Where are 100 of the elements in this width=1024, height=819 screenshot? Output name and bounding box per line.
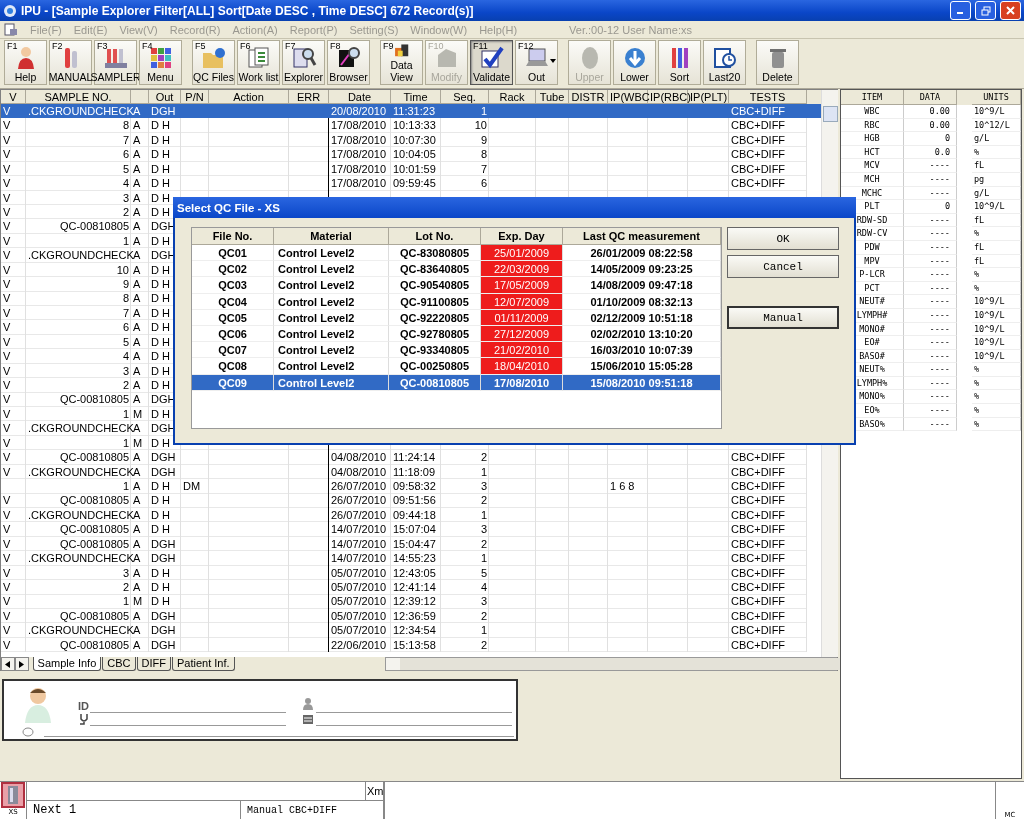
table-cell: RBC: [841, 118, 904, 133]
table-cell-text: V: [2, 551, 12, 566]
toolbar-button[interactable]: Sort: [658, 40, 701, 85]
column-header[interactable]: Material: [274, 228, 389, 245]
table-cell-text: V: [2, 637, 12, 653]
column-header[interactable]: Last QC measurement: [563, 228, 721, 245]
toolbar-button[interactable]: Last20: [703, 40, 746, 85]
sheet-tab[interactable]: Sample Info: [32, 657, 102, 671]
sheet-tab[interactable]: CBC: [102, 657, 136, 671]
table-cell-text: A: [132, 334, 142, 350]
table-cell-text: 5: [121, 334, 130, 350]
table-cell-text: D H: [150, 579, 171, 595]
table-cell-text: 04/08/2010: [330, 450, 388, 465]
table-cell: Control Level2: [274, 342, 389, 359]
table-cell: fL: [972, 254, 1021, 269]
table-cell-text: 14/07/2010: [330, 522, 388, 537]
table-cell-text: 17/08/2010: [330, 132, 388, 148]
table-cell-text: V: [2, 522, 12, 537]
table-cell-text: 10: [473, 118, 488, 133]
scrollbar[interactable]: [384, 657, 837, 671]
table-cell-text: V: [2, 190, 12, 205]
table-cell-text: V: [2, 204, 12, 220]
table-cell: %: [972, 145, 1021, 160]
table-cell-text: A: [132, 450, 142, 465]
table-cell-text: D H: [150, 190, 171, 205]
table-cell: 10^9/L: [972, 295, 1021, 309]
window-title: IPU - [Sample Explorer Filter[ALL] Sort[Date DESC , Time DESC] 672 Record(s)]: [21, 3, 475, 18]
dialog-button[interactable]: OK: [727, 227, 839, 250]
table-cell-text: 09:51:56: [392, 493, 437, 508]
table-cell-text: 8: [121, 291, 130, 306]
table-cell-text: 7: [121, 132, 130, 148]
table-cell: 14/08/2009 09:47:18: [563, 277, 721, 294]
column-header: DATA: [904, 90, 957, 105]
restore-icon: [980, 5, 991, 16]
table-cell: 02/02/2010 13:10:20: [563, 325, 721, 343]
table-cell-text: D H: [150, 132, 171, 148]
sheet-tab[interactable]: DIFF: [136, 657, 171, 671]
table-cell: ----: [904, 240, 957, 255]
table-cell: QC03: [192, 277, 274, 294]
speech-bubble-icon: [22, 727, 34, 737]
toolbar-button[interactable]: Delete: [756, 40, 799, 85]
table-cell-text: D H: [150, 176, 171, 191]
scroll-left-button[interactable]: [1, 657, 15, 671]
table-cell-text: 4: [479, 579, 488, 595]
dialog-button[interactable]: Manual: [727, 306, 839, 329]
table-cell: 10^9/L: [972, 105, 1021, 119]
toolbar-button[interactable]: F11 Validate: [470, 40, 513, 85]
table-cell-text: CBC+DIFF: [730, 522, 787, 537]
table-cell-text: V: [2, 176, 12, 191]
scroll-thumb[interactable]: [399, 658, 840, 670]
table-cell-text: M: [132, 435, 144, 451]
table-cell: %: [972, 404, 1021, 418]
column-header[interactable]: File No.: [192, 228, 274, 245]
table-cell: 0.00: [904, 105, 957, 119]
toolbar-button[interactable]: F7 Explorer: [282, 40, 325, 85]
table-cell: pg: [972, 172, 1021, 187]
toolbar-button[interactable]: F1 Help: [4, 40, 47, 85]
toolbar-button[interactable]: F6 Work list: [237, 40, 280, 85]
table-cell-text: D H: [150, 334, 171, 350]
table-cell-text: 12:39:12: [392, 594, 437, 609]
toolbar-button[interactable]: Lower: [613, 40, 656, 85]
table-cell-text: DGH: [150, 450, 177, 465]
restore-button[interactable]: [975, 1, 996, 20]
table-cell-text: A: [132, 277, 142, 292]
table-cell-text: 8: [479, 147, 488, 162]
scroll-thumb[interactable]: [823, 106, 838, 122]
minimize-button[interactable]: [950, 1, 971, 20]
table-cell-text: CBC+DIFF: [730, 450, 787, 465]
table-cell-text: 12:43:05: [392, 565, 437, 580]
toolbar-button[interactable]: F9 Data View: [380, 40, 423, 85]
table-cell-text: 26/07/2010: [330, 493, 388, 508]
table-cell-text: QC-00810805: [58, 493, 130, 508]
table-cell-text: DGH: [150, 464, 177, 479]
table-cell-text: A: [132, 320, 142, 335]
table-cell-text: D H: [150, 161, 171, 177]
table-cell-text: DGH: [150, 536, 177, 552]
table-cell: QC05: [192, 309, 274, 326]
table-cell-text: A: [133, 464, 142, 479]
table-cell: QC06: [192, 325, 274, 343]
toolbar-button[interactable]: F2 MANUAL: [49, 40, 92, 85]
table-cell-text: V: [2, 147, 12, 162]
table-cell-text: A: [132, 262, 142, 278]
close-button[interactable]: [1000, 1, 1021, 20]
table-cell-text: D H: [150, 493, 171, 508]
table-cell: 16/03/2010 10:07:39: [563, 342, 721, 359]
table-cell-text: A: [132, 536, 142, 552]
sheet-tab[interactable]: Patient Inf.: [172, 657, 235, 671]
toolbar-button[interactable]: F4 Menu: [139, 40, 182, 85]
table-cell-text: DGH: [150, 551, 177, 566]
toolbar-button[interactable]: F8 Browser: [327, 40, 370, 85]
toolbar-button[interactable]: F5 QC Files: [192, 40, 235, 85]
table-cell: Control Level2: [274, 309, 389, 326]
dialog-button[interactable]: Cancel: [727, 255, 839, 278]
table-cell: QC04: [192, 293, 274, 310]
table-cell: ----: [904, 268, 957, 282]
column-header[interactable]: Lot No.: [389, 228, 481, 245]
table-cell-text: 17/08/2010: [330, 161, 388, 177]
table-cell-text: A: [132, 478, 142, 494]
toolbar-button[interactable]: F12 Out: [515, 40, 558, 85]
table-cell-text: 2: [479, 608, 488, 624]
